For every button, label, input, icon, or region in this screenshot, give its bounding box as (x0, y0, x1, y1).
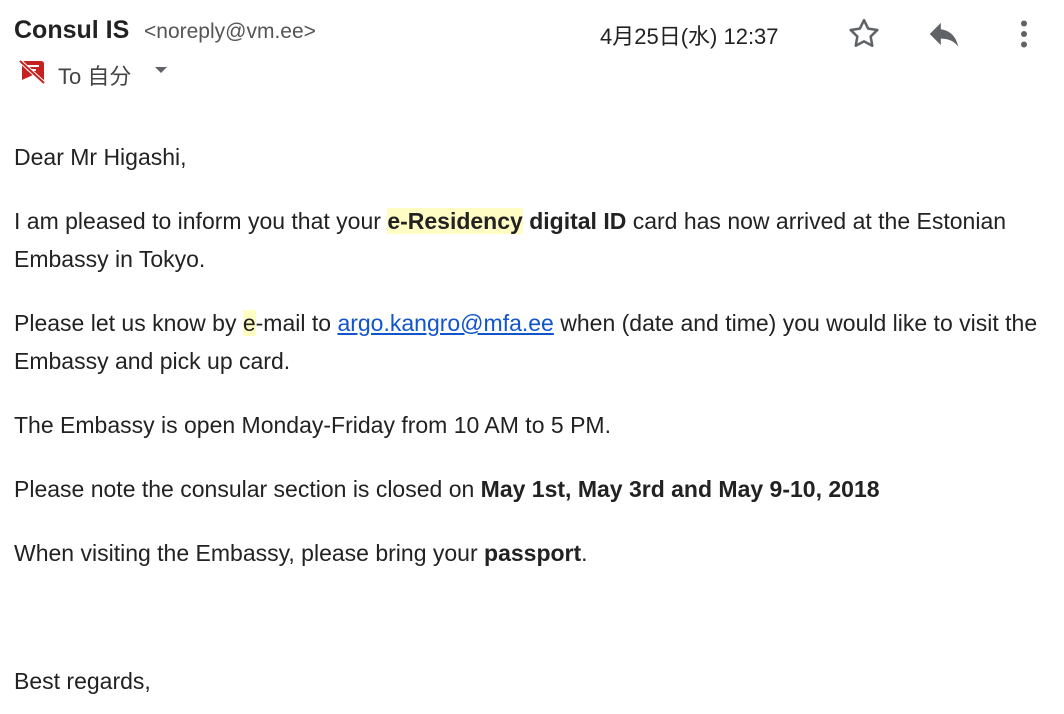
sender-email: <noreply@vm.ee> (144, 20, 316, 43)
bold-text: passport (484, 540, 582, 566)
caret-down-icon[interactable] (153, 62, 169, 78)
highlighted-term: e-Residency (387, 208, 523, 234)
email-link[interactable]: argo.kangro@mfa.ee (337, 310, 553, 336)
text: -mail to (255, 310, 338, 336)
text: When visiting the Embassy, please bring … (14, 540, 485, 566)
paragraph-arrival: I am pleased to inform you that your e-R… (14, 202, 1054, 278)
text: Please note the consular section is clos… (14, 476, 481, 502)
paragraph-hours: The Embassy is open Monday-Friday from 1… (14, 412, 611, 438)
star-button[interactable] (844, 14, 884, 54)
text: Please let us know by (14, 310, 243, 336)
email-body: Dear Mr Higashi, I am pleased to inform … (14, 138, 1054, 700)
recipient-toggle[interactable]: To 自分 (58, 59, 131, 91)
notifications-off-icon (18, 59, 46, 84)
text: . (581, 540, 588, 566)
email-header: Consul IS <noreply@vm.ee> 4月25日(水) 12:37 (14, 14, 1054, 54)
bold-text: May 1st, May 3rd and May 9-10, 2018 (480, 476, 880, 502)
paragraph-passport: When visiting the Embassy, please bring … (14, 534, 1054, 572)
reply-button[interactable] (924, 14, 964, 54)
closing: Best regards, (14, 668, 151, 694)
text: I am pleased to inform you that your (14, 208, 388, 234)
bold-text: digital ID (522, 208, 627, 234)
email-date: 4月25日(水) 12:37 (600, 24, 779, 49)
star-icon (849, 18, 879, 47)
more-vert-icon (1021, 20, 1027, 48)
reply-icon (929, 22, 959, 47)
greeting: Dear Mr Higashi, (14, 144, 187, 170)
highlighted-term: e (242, 310, 256, 336)
more-options-button[interactable] (1004, 14, 1044, 54)
paragraph-closed-dates: Please note the consular section is clos… (14, 470, 1054, 508)
paragraph-contact: Please let us know by e-mail to argo.kan… (14, 304, 1054, 380)
sender-name: Consul IS (14, 16, 130, 44)
